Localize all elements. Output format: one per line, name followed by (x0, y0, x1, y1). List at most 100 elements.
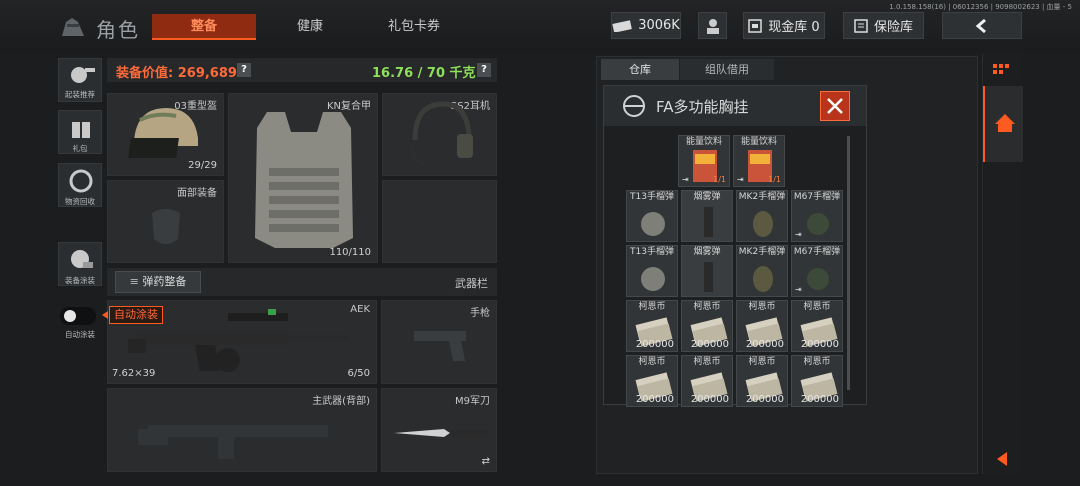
back-button[interactable] (942, 12, 1022, 39)
face-slot[interactable]: 面部装备 (107, 180, 224, 263)
weapon-rail-label: 武器栏 (455, 277, 488, 290)
helmet-slot[interactable]: 03重型盔 29/29 (107, 93, 224, 176)
item-amount: 200000 (690, 339, 729, 350)
back-weapon-name: 主武器(背部) (312, 396, 370, 407)
cash-icon (612, 19, 633, 32)
item-label: 能量饮料 (740, 137, 777, 147)
storage-item[interactable]: M67手榴弹 ⇥ (791, 245, 843, 297)
item-label: 柯恩币 (693, 357, 721, 367)
storage-item[interactable]: 柯恩币 200000 (626, 355, 678, 407)
sidebar-label-recommend: 起装推荐 (65, 90, 95, 99)
tab-health-label: 健康 (296, 19, 323, 34)
pistol-icon (414, 331, 466, 361)
knife-slot[interactable]: M9军刀 ⇄ (381, 388, 497, 472)
back-weapon-slot[interactable]: 主武器(背部) (107, 388, 377, 472)
item-count: 1/1 (713, 175, 726, 184)
storage-item[interactable]: T13手榴弹 (626, 190, 678, 242)
headset-slot[interactable]: GS2耳机 (382, 93, 497, 176)
value-help-button[interactable]: ? (237, 63, 251, 77)
tab-team-borrow[interactable]: 组队借用 (680, 59, 774, 80)
toggle-knob (64, 310, 76, 322)
storage-item[interactable]: MK2手榴弹 (736, 245, 788, 297)
sidebar-label-recycle: 物资回收 (65, 197, 95, 206)
storage-item[interactable]: 能量饮料 1/1 ⇥ (678, 135, 730, 187)
item-label: T13手榴弹 (630, 247, 674, 257)
loadout-recommend-icon (71, 67, 95, 83)
move-out-icon: ⇥ (737, 175, 744, 184)
right-rail (982, 54, 1023, 474)
pistol-slot-name: 手枪 (470, 308, 490, 319)
storage-item[interactable]: 烟雾弹 (681, 190, 733, 242)
primary-caliber: 7.62×39 (112, 368, 156, 379)
storage-item[interactable]: 柯恩币 200000 (736, 355, 788, 407)
helmet-durability: 29/29 (188, 160, 217, 171)
item-label: 柯恩币 (638, 302, 666, 312)
item-label: 柯恩币 (803, 357, 831, 367)
storage-item[interactable]: M67手榴弹 ⇥ (791, 190, 843, 242)
grid-toggle-button[interactable] (983, 58, 1023, 82)
knife-name: M9军刀 (455, 396, 490, 407)
auto-paint-toggle[interactable] (60, 307, 96, 325)
storage-item[interactable]: MK2手榴弹 (736, 190, 788, 242)
item-label: 柯恩币 (748, 357, 776, 367)
pistol-slot[interactable]: 手枪 (381, 300, 497, 384)
storage-item[interactable]: 柯恩币 200000 (791, 355, 843, 407)
weight-help-button[interactable]: ? (477, 63, 491, 77)
storage-item[interactable]: 能量饮料 1/1 ⇥ (733, 135, 785, 187)
recycle-icon (69, 169, 93, 193)
tab-gift-cards[interactable]: 礼包卡券 (362, 14, 466, 40)
back-arrow-icon (975, 18, 986, 33)
popup-scrollbar[interactable] (847, 136, 850, 390)
move-out-icon: ⇥ (682, 175, 689, 184)
storage-item[interactable]: T13手榴弹 (626, 245, 678, 297)
close-button[interactable] (820, 91, 850, 121)
item-label: 烟雾弹 (693, 192, 721, 202)
gift-icon (72, 122, 90, 138)
sidebar-label-paint: 装备涂装 (65, 276, 95, 285)
insurance-button[interactable]: 保险库 (843, 12, 924, 39)
swap-icon[interactable]: ⇄ (482, 456, 490, 467)
empty-slot[interactable] (382, 180, 497, 263)
item-label: 烟雾弹 (693, 247, 721, 257)
sidebar-label-gift: 礼包 (72, 144, 88, 153)
tab-gift-cards-label: 礼包卡券 (387, 19, 440, 34)
grid-icon (993, 64, 1009, 74)
storage-item[interactable]: 烟雾弹 (681, 245, 733, 297)
trader-button[interactable] (698, 12, 727, 39)
storage-item[interactable]: 柯恩币 200000 (626, 300, 678, 352)
collapse-button[interactable] (983, 448, 1023, 470)
cash-vault-label: 现金库 0 (768, 20, 820, 35)
globe-icon (623, 95, 645, 117)
popup-title: FA多功能胸挂 (656, 98, 749, 116)
weight-display: 16.76 / 70 千克 (372, 66, 476, 81)
tab-warehouse-label: 仓库 (629, 63, 651, 76)
insurance-icon (854, 18, 868, 33)
knife-icon (394, 429, 488, 437)
cash-vault-button[interactable]: 现金库 0 (743, 12, 825, 39)
item-amount: 200000 (690, 394, 729, 405)
tab-loadout[interactable]: 整备 (152, 14, 256, 40)
home-button[interactable] (983, 86, 1023, 162)
tab-loadout-label: 整备 (190, 19, 217, 34)
item-amount: 200000 (800, 394, 839, 405)
ammo-prep-button[interactable]: ≡ 弹药整备 (115, 271, 201, 293)
item-count: 1/1 (768, 175, 781, 184)
storage-item[interactable]: 柯恩币 200000 (736, 300, 788, 352)
ammo-icon: ≡ (129, 275, 143, 288)
item-label: M67手榴弹 (793, 247, 841, 257)
tab-warehouse[interactable]: 仓库 (601, 59, 679, 80)
tab-team-borrow-label: 组队借用 (705, 63, 749, 76)
storage-item[interactable]: 柯恩币 200000 (791, 300, 843, 352)
item-label: 柯恩币 (748, 302, 776, 312)
armor-slot[interactable]: KN复合甲 110/110 (228, 93, 378, 263)
currency-display[interactable]: 3006K (611, 12, 681, 39)
sidebar-label-autopaint: 自动涂装 (65, 330, 95, 339)
item-amount: 200000 (635, 394, 674, 405)
paint-icon (71, 250, 93, 268)
storage-item[interactable]: 柯恩币 200000 (681, 355, 733, 407)
item-label: 能量饮料 (685, 137, 722, 147)
storage-item[interactable]: 柯恩币 200000 (681, 300, 733, 352)
item-label: T13手榴弹 (630, 192, 674, 202)
back-rifle-icon (138, 425, 328, 459)
tab-health[interactable]: 健康 (258, 14, 362, 40)
